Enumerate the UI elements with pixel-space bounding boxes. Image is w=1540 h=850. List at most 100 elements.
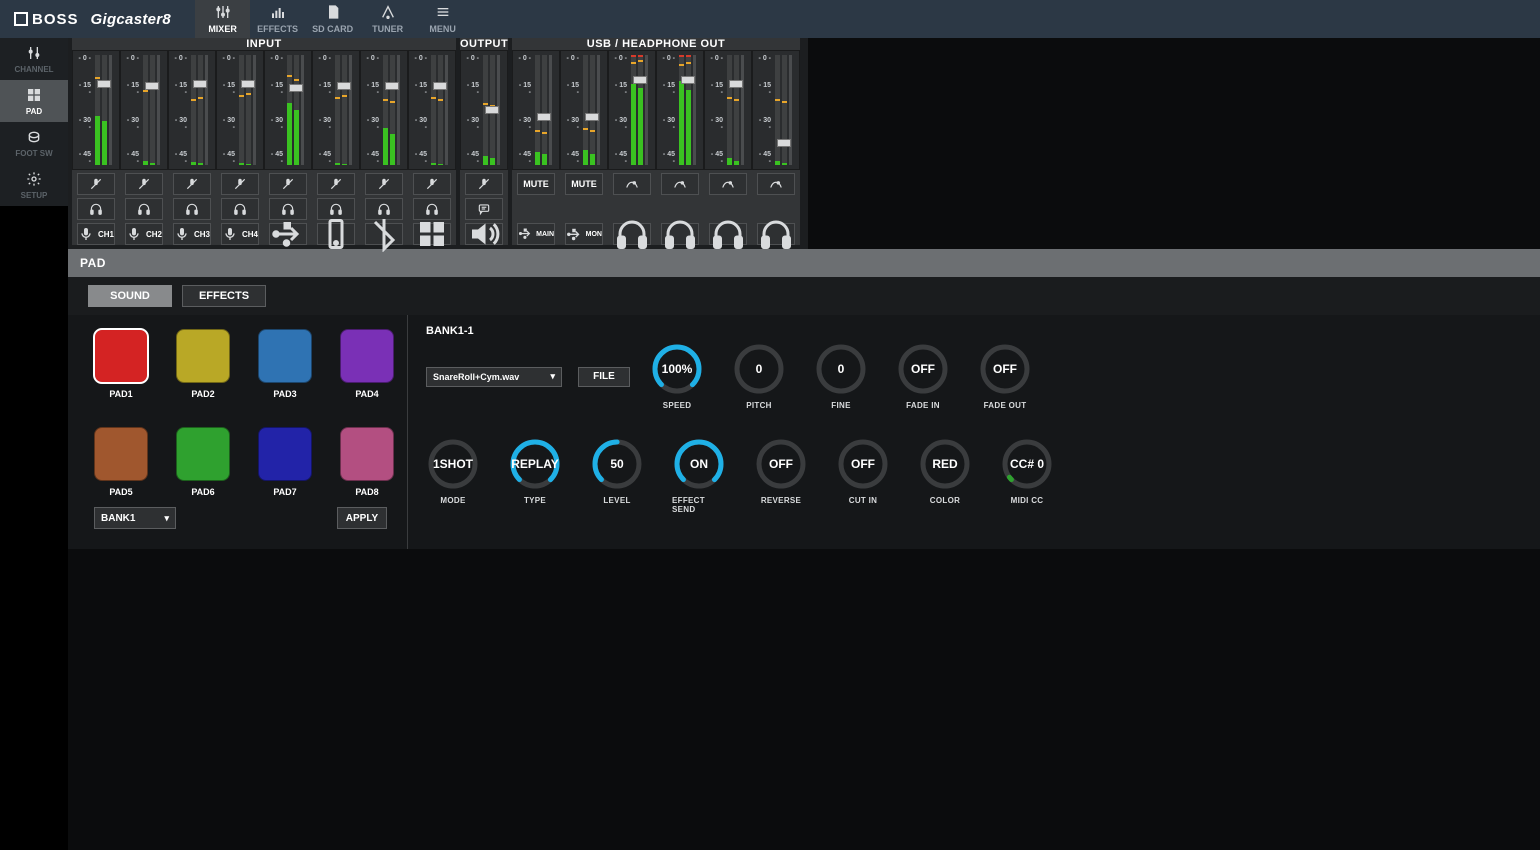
knob-fine[interactable]: 0 FINE bbox=[814, 343, 868, 410]
channel-label-usbmon[interactable]: MON bbox=[565, 223, 603, 245]
fader-knob[interactable] bbox=[485, 106, 499, 114]
channel-label-hp4[interactable] bbox=[757, 223, 795, 245]
fader-track[interactable] bbox=[253, 55, 256, 165]
knob-reverse[interactable]: OFF REVERSE bbox=[754, 438, 808, 514]
fader-track[interactable] bbox=[397, 55, 400, 165]
fader-knob[interactable] bbox=[585, 113, 599, 121]
channel-label-pad[interactable] bbox=[413, 223, 451, 245]
knob-fadein[interactable]: OFF FADE IN bbox=[896, 343, 950, 410]
channel-label-usb[interactable] bbox=[269, 223, 307, 245]
channel-label-hp2[interactable] bbox=[661, 223, 699, 245]
mic-mute-button[interactable] bbox=[125, 173, 163, 195]
channel-label-usbmain[interactable]: MAIN bbox=[517, 223, 555, 245]
channel-label-bt[interactable] bbox=[365, 223, 403, 245]
curve-button[interactable] bbox=[709, 173, 747, 195]
pad5-button[interactable] bbox=[94, 427, 148, 481]
fader-knob[interactable] bbox=[729, 80, 743, 88]
nav-tab-sdcard[interactable]: SD CARD bbox=[305, 0, 360, 38]
fader-track[interactable] bbox=[789, 55, 792, 165]
fader-knob[interactable] bbox=[633, 76, 647, 84]
knob-effsend[interactable]: ON EFFECT SEND bbox=[672, 438, 726, 514]
knob-cutin[interactable]: OFF CUT IN bbox=[836, 438, 890, 514]
mic-mute-button[interactable] bbox=[465, 173, 503, 195]
rail-pad[interactable]: PAD bbox=[0, 80, 68, 122]
fader-track[interactable] bbox=[549, 55, 552, 165]
pad4-button[interactable] bbox=[340, 329, 394, 383]
rail-channel[interactable]: CHANNEL bbox=[0, 38, 68, 80]
curve-button[interactable] bbox=[613, 173, 651, 195]
fader-knob[interactable] bbox=[337, 82, 351, 90]
knob-midicc[interactable]: CC# 0 MIDI CC bbox=[1000, 438, 1054, 514]
knob-mode[interactable]: 1SHOT MODE bbox=[426, 438, 480, 514]
apply-button[interactable]: APPLY bbox=[337, 507, 387, 529]
curve-button[interactable] bbox=[757, 173, 795, 195]
pad2-button[interactable] bbox=[176, 329, 230, 383]
pad8-button[interactable] bbox=[340, 427, 394, 481]
channel-label-hp1[interactable] bbox=[613, 223, 651, 245]
mute-button[interactable]: MUTE bbox=[565, 173, 603, 195]
pad6-button[interactable] bbox=[176, 427, 230, 481]
fader-knob[interactable] bbox=[193, 80, 207, 88]
subtab-sound[interactable]: SOUND bbox=[88, 285, 172, 307]
rail-setup[interactable]: SETUP bbox=[0, 164, 68, 206]
fader-knob[interactable] bbox=[537, 113, 551, 121]
fader-track[interactable] bbox=[445, 55, 448, 165]
channel-label-ch2[interactable]: CH2 bbox=[125, 223, 163, 245]
mic-mute-button[interactable] bbox=[317, 173, 355, 195]
knob-type[interactable]: REPLAY TYPE bbox=[508, 438, 562, 514]
fader-track[interactable] bbox=[301, 55, 304, 165]
bank-select[interactable]: BANK1 ▾ bbox=[94, 507, 176, 529]
curve-button[interactable] bbox=[661, 173, 699, 195]
nav-tab-effects[interactable]: EFFECTS bbox=[250, 0, 305, 38]
fader-track[interactable] bbox=[597, 55, 600, 165]
rail-footsw[interactable]: FOOT SW bbox=[0, 122, 68, 164]
pad1-button[interactable] bbox=[94, 329, 148, 383]
knob-pitch[interactable]: 0 PITCH bbox=[732, 343, 786, 410]
mic-mute-button[interactable] bbox=[413, 173, 451, 195]
monitor-button[interactable] bbox=[173, 198, 211, 220]
channel-label-ch4[interactable]: CH4 bbox=[221, 223, 259, 245]
fader-knob[interactable] bbox=[289, 84, 303, 92]
fader-track[interactable] bbox=[205, 55, 208, 165]
pad3-button[interactable] bbox=[258, 329, 312, 383]
nav-tab-menu[interactable]: MENU bbox=[415, 0, 470, 38]
channel-label-ch3[interactable]: CH3 bbox=[173, 223, 211, 245]
channel-label-ch1[interactable]: CH1 bbox=[77, 223, 115, 245]
monitor-button[interactable] bbox=[125, 198, 163, 220]
monitor-button[interactable] bbox=[221, 198, 259, 220]
fader-track[interactable] bbox=[349, 55, 352, 165]
fader-track[interactable] bbox=[109, 55, 112, 165]
fader-knob[interactable] bbox=[145, 82, 159, 90]
fader-knob[interactable] bbox=[681, 76, 695, 84]
channel-label-hp3[interactable] bbox=[709, 223, 747, 245]
nav-tab-tuner[interactable]: TUNER bbox=[360, 0, 415, 38]
channel-label-out[interactable] bbox=[465, 223, 503, 245]
knob-level[interactable]: 50 LEVEL bbox=[590, 438, 644, 514]
fader-track[interactable] bbox=[157, 55, 160, 165]
fader-knob[interactable] bbox=[241, 80, 255, 88]
mute-button[interactable]: MUTE bbox=[517, 173, 555, 195]
fader-knob[interactable] bbox=[777, 139, 791, 147]
mic-mute-button[interactable] bbox=[221, 173, 259, 195]
monitor-button[interactable] bbox=[77, 198, 115, 220]
fader-track[interactable] bbox=[741, 55, 744, 165]
fader-track[interactable] bbox=[645, 55, 648, 165]
file-button[interactable]: FILE bbox=[578, 367, 630, 387]
knob-speed[interactable]: 100% SPEED bbox=[650, 343, 704, 410]
knob-color[interactable]: RED COLOR bbox=[918, 438, 972, 514]
mic-mute-button[interactable] bbox=[269, 173, 307, 195]
fader-knob[interactable] bbox=[97, 80, 111, 88]
subtab-effects[interactable]: EFFECTS bbox=[182, 285, 266, 307]
fader-knob[interactable] bbox=[385, 82, 399, 90]
fader-knob[interactable] bbox=[433, 82, 447, 90]
fader-track[interactable] bbox=[693, 55, 696, 165]
fader-track[interactable] bbox=[497, 55, 500, 165]
knob-fadeout[interactable]: OFF FADE OUT bbox=[978, 343, 1032, 410]
nav-tab-mixer[interactable]: MIXER bbox=[195, 0, 250, 38]
file-select[interactable]: SnareRoll+Cym.wav ▾ bbox=[426, 367, 562, 387]
mic-mute-button[interactable] bbox=[173, 173, 211, 195]
pad7-button[interactable] bbox=[258, 427, 312, 481]
mic-mute-button[interactable] bbox=[365, 173, 403, 195]
mic-mute-button[interactable] bbox=[77, 173, 115, 195]
channel-label-mobile[interactable] bbox=[317, 223, 355, 245]
